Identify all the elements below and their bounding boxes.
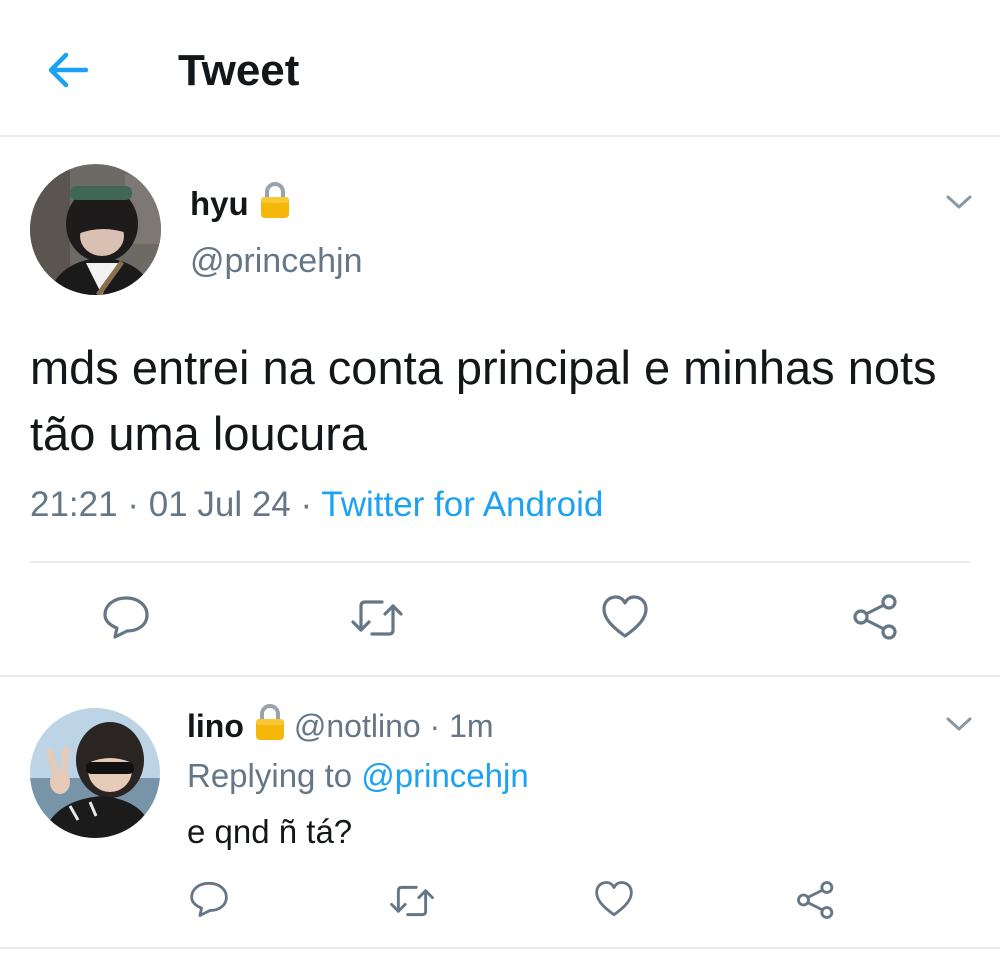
reply-button[interactable] xyxy=(189,880,229,923)
lock-icon xyxy=(259,181,291,227)
lock-icon xyxy=(254,703,286,749)
chevron-down-icon[interactable] xyxy=(945,193,973,211)
tweet-date: 01 Jul 24 xyxy=(148,485,291,524)
retweet-button[interactable] xyxy=(350,596,404,645)
reply-icon xyxy=(190,881,228,917)
replying-to-handle[interactable]: @princehjn xyxy=(361,757,528,794)
reply-text: e qnd ñ tá? xyxy=(187,813,353,850)
avatar[interactable] xyxy=(30,164,161,295)
profile-photo xyxy=(30,708,160,838)
reply-icon xyxy=(103,596,149,639)
replying-prefix: Replying to xyxy=(187,757,353,794)
like-button[interactable] xyxy=(594,880,634,923)
chevron-down-icon[interactable] xyxy=(945,715,973,733)
reply-time: 1m xyxy=(449,708,494,744)
replying-to: Replying to @princehjn xyxy=(187,757,529,795)
meta-separator: · xyxy=(429,708,441,744)
main-tweet: hyu @princehjn mds entrei na conta princ… xyxy=(0,137,1000,677)
avatar[interactable] xyxy=(30,708,160,838)
share-icon xyxy=(797,881,834,919)
retweet-icon xyxy=(351,600,403,636)
share-button[interactable] xyxy=(852,593,900,646)
tweet-meta: 21:21 · 01 Jul 24 · Twitter for Android xyxy=(30,485,603,525)
divider xyxy=(0,947,1000,949)
arrow-left-icon xyxy=(48,52,89,88)
display-name-text: hyu xyxy=(190,185,249,222)
share-icon xyxy=(853,594,897,640)
meta-separator: · xyxy=(127,485,139,524)
retweet-button[interactable] xyxy=(389,882,435,925)
user-handle[interactable]: @notlino xyxy=(294,708,421,744)
tweet-text: mds entrei na conta principal e minhas n… xyxy=(30,341,937,460)
like-button[interactable] xyxy=(601,594,649,645)
retweet-icon xyxy=(390,885,434,917)
divider xyxy=(30,561,970,563)
share-button[interactable] xyxy=(796,880,836,925)
reply-button[interactable] xyxy=(102,594,150,645)
top-bar: Tweet xyxy=(0,0,1000,137)
reply-header: lino @notlino · 1m xyxy=(187,703,494,749)
tweet-source-link[interactable]: Twitter for Android xyxy=(321,485,603,524)
page-title: Tweet xyxy=(178,46,300,95)
reply-tweet[interactable]: lino @notlino · 1m Replying to @princehj… xyxy=(0,677,1000,947)
display-name[interactable]: hyu xyxy=(190,181,291,227)
profile-photo xyxy=(30,164,161,295)
tweet-time: 21:21 xyxy=(30,485,118,524)
user-handle[interactable]: @princehjn xyxy=(190,242,363,281)
display-name[interactable]: lino xyxy=(187,708,244,744)
like-icon xyxy=(595,881,633,917)
like-icon xyxy=(602,595,648,638)
back-button[interactable] xyxy=(44,48,92,92)
meta-separator: · xyxy=(300,485,313,524)
